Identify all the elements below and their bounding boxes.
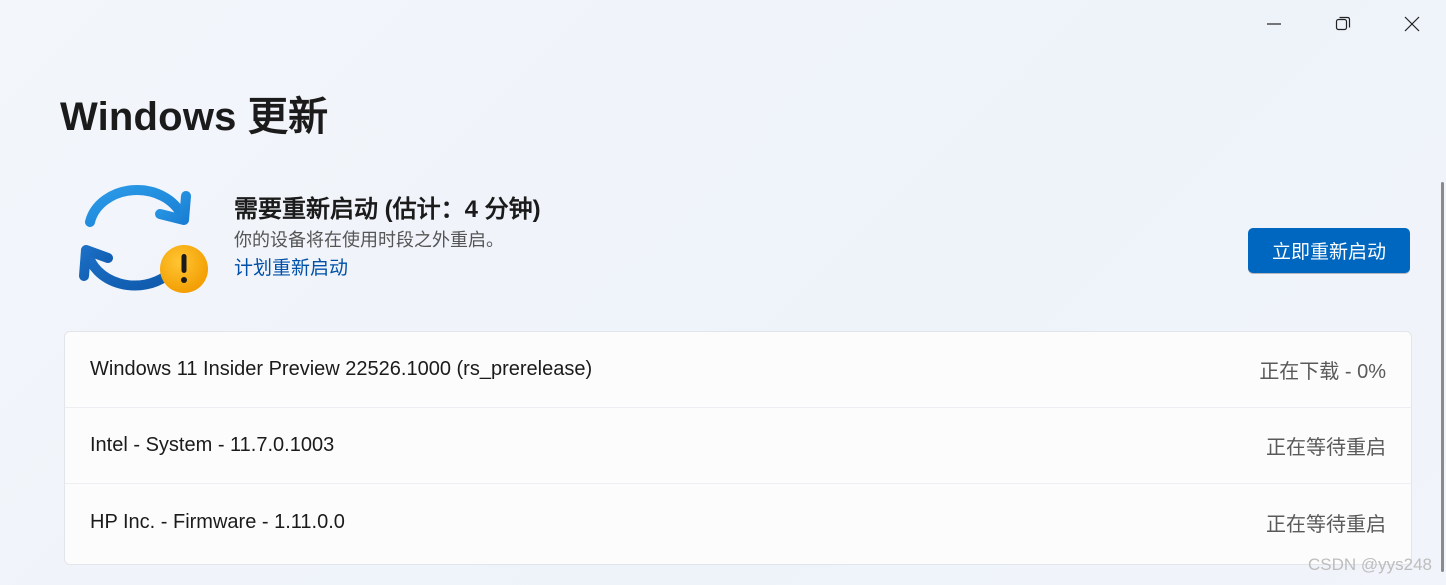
close-icon: [1404, 16, 1419, 32]
list-item: Intel - System - 11.7.0.1003 正在等待重启: [65, 408, 1411, 484]
list-item: Windows 11 Insider Preview 22526.1000 (r…: [65, 332, 1411, 408]
page-title: Windows 更新: [60, 95, 329, 139]
scrollbar[interactable]: [1441, 182, 1444, 572]
minimize-icon: [1266, 23, 1281, 25]
restore-button[interactable]: [1308, 0, 1377, 48]
minimize-button[interactable]: [1239, 0, 1308, 48]
update-name: Windows 11 Insider Preview 22526.1000 (r…: [90, 358, 593, 380]
update-status: 正在等待重启: [1266, 513, 1386, 536]
update-status: 正在等待重启: [1266, 437, 1386, 459]
restart-now-button[interactable]: 立即重新启动: [1248, 228, 1410, 273]
window-controls: [1239, 0, 1446, 48]
close-button[interactable]: [1377, 0, 1446, 48]
restart-required-subtitle: 你的设备将在使用时段之外重启。: [234, 230, 504, 250]
update-name: HP Inc. - Firmware - 1.11.0.0: [90, 510, 345, 533]
list-item: HP Inc. - Firmware - 1.11.0.0 正在等待重启: [65, 484, 1411, 560]
update-name: Intel - System - 11.7.0.1003: [90, 434, 335, 456]
update-status: 正在下载 - 0%: [1259, 361, 1386, 383]
restore-icon: [1335, 16, 1350, 31]
sync-warning-icon: [78, 184, 212, 296]
restart-required-title: 需要重新启动 (估计：4 分钟): [234, 196, 541, 223]
watermark: CSDN @yys248: [1307, 555, 1432, 574]
restart-status: 需要重新启动 (估计：4 分钟) 你的设备将在使用时段之外重启。 计划重新启动: [234, 194, 541, 284]
schedule-restart-link[interactable]: 计划重新启动: [234, 254, 348, 284]
update-list: Windows 11 Insider Preview 22526.1000 (r…: [64, 331, 1412, 565]
